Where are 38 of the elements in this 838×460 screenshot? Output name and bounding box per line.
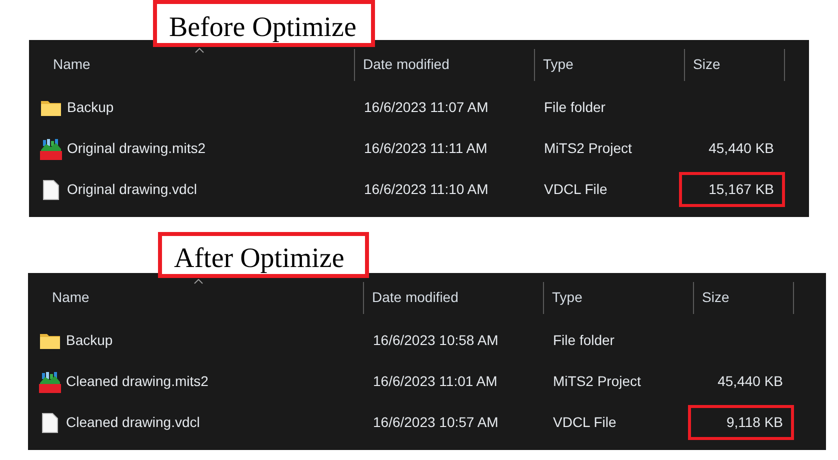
column-header[interactable]: Size: [693, 54, 720, 75]
highlighted-size: 9,118 KB: [688, 405, 794, 440]
column-header[interactable]: Size: [702, 287, 730, 308]
table-cell: 16/6/2023 10:58 AM: [373, 332, 498, 348]
annotation-box: Before Optimize: [153, 0, 375, 47]
table-cell: 16/6/2023 11:07 AM: [364, 99, 488, 115]
table-cell: File folder: [544, 99, 606, 115]
column-header[interactable]: Type: [552, 287, 582, 308]
file-row[interactable]: Backup 16/6/2023 10:58 AM File folder: [28, 320, 826, 361]
column-header[interactable]: Name: [53, 54, 90, 75]
column-header[interactable]: Date modified: [363, 54, 450, 75]
table-cell: VDCL File: [553, 414, 616, 430]
column-header[interactable]: Type: [543, 54, 574, 75]
file-row[interactable]: Original drawing.mits2 16/6/2023 11:11 AM MiTS2 Project 45,440 KB: [29, 128, 809, 169]
table-cell-text: 45,440 KB: [716, 372, 784, 391]
file-row[interactable]: Original drawing.vdcl 16/6/2023 11:10 AM VDCL File 15,167 KB: [29, 169, 809, 210]
column-header[interactable]: Name: [52, 287, 90, 308]
file-name: Original drawing.mits2: [67, 139, 206, 158]
table-cell-text: 45,440 KB: [708, 139, 775, 158]
highlighted-size: 15,167 KB: [679, 172, 785, 207]
table-cell: 16/6/2023 11:10 AM: [364, 181, 488, 197]
file-name: Backup: [66, 331, 113, 350]
file-name: Backup: [67, 98, 114, 117]
file-row[interactable]: Cleaned drawing.vdcl 16/6/2023 10:57 AM VDCL File 9,118 KB: [28, 402, 826, 443]
table-cell: MiTS2 Project: [553, 373, 641, 389]
table-cell: MiTS2 Project: [544, 140, 632, 156]
file-row[interactable]: Cleaned drawing.mits2 16/6/2023 11:01 AM MiTS2 Project 45,440 KB: [28, 361, 826, 402]
table-cell: 16/6/2023 11:01 AM: [373, 373, 498, 389]
table-cell: VDCL File: [544, 181, 608, 197]
table-cell: 16/6/2023 10:57 AM: [373, 414, 498, 430]
table-cell: 16/6/2023 11:11 AM: [364, 140, 488, 156]
file-name: Cleaned drawing.vdcl: [66, 413, 200, 432]
file-name: Cleaned drawing.mits2: [66, 372, 208, 391]
table-cell: File folder: [553, 332, 614, 348]
file-row[interactable]: Backup 16/6/2023 11:07 AM File folder: [29, 87, 809, 128]
column-header[interactable]: Date modified: [372, 287, 458, 308]
file-name: Original drawing.vdcl: [67, 180, 197, 199]
annotation-box: After Optimize: [158, 232, 369, 278]
